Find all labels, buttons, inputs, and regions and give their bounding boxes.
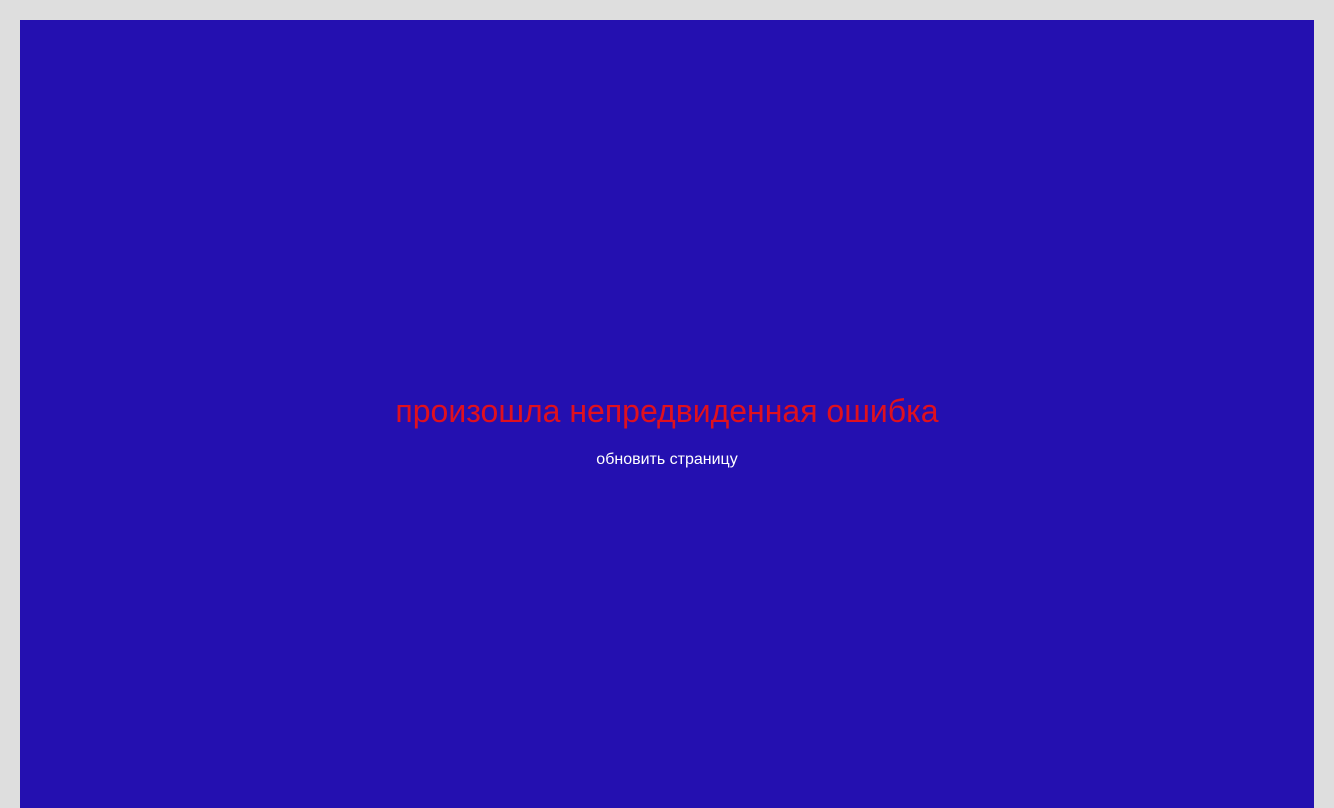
reload-page-link[interactable]: обновить страницу xyxy=(596,451,737,468)
error-message-block: произошла непредвиденная ошибка обновить… xyxy=(20,20,1314,808)
reload-page-link-row: обновить страницу xyxy=(20,450,1314,470)
error-screen: произошла непредвиденная ошибка обновить… xyxy=(20,20,1314,808)
error-title: произошла непредвиденная ошибка xyxy=(395,393,939,429)
